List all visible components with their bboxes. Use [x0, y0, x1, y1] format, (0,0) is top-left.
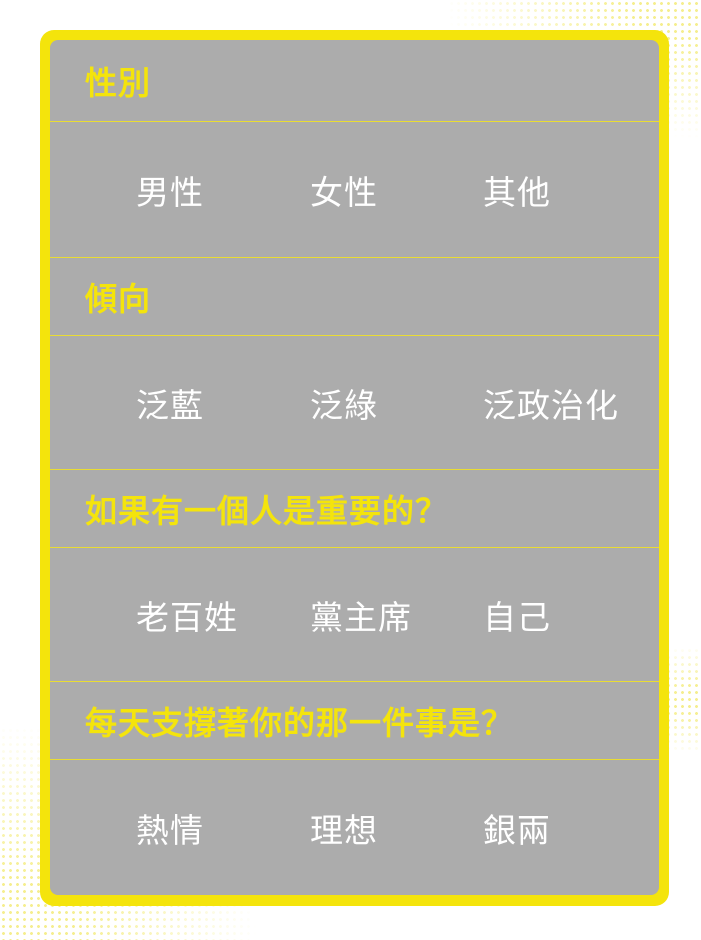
question-title: 性別: [85, 63, 152, 102]
option-pan-politicized[interactable]: 泛政治化: [483, 379, 619, 427]
option-pan-green[interactable]: 泛綠: [310, 379, 378, 427]
question-header-daily-support: 每天支撐著你的那一件事是？: [50, 682, 659, 760]
options-row-important-person: 老百姓 黨主席 自己: [50, 548, 659, 682]
question-header-important-person: 如果有一個人是重要的？: [50, 470, 659, 548]
option-pan-blue[interactable]: 泛藍: [136, 379, 204, 427]
question-title: 傾向: [85, 279, 152, 318]
option-other[interactable]: 其他: [483, 166, 551, 214]
option-party-chair[interactable]: 黨主席: [310, 591, 412, 639]
option-female[interactable]: 女性: [310, 166, 378, 214]
option-passion[interactable]: 熱情: [136, 804, 204, 852]
question-header-gender: 性別: [50, 40, 659, 122]
option-self[interactable]: 自己: [483, 591, 551, 639]
option-common-people[interactable]: 老百姓: [136, 591, 238, 639]
option-money[interactable]: 銀兩: [483, 804, 551, 852]
question-header-leaning: 傾向: [50, 258, 659, 336]
option-ideals[interactable]: 理想: [310, 804, 378, 852]
question-title: 如果有一個人是重要的？: [85, 491, 449, 530]
options-row-daily-support: 熱情 理想 銀兩: [50, 760, 659, 895]
questionnaire-panel: 性別 男性 女性 其他 傾向 泛藍 泛綠 泛政治化 如果有一個人是重要的？ 老百…: [50, 40, 659, 895]
options-row-leaning: 泛藍 泛綠 泛政治化: [50, 336, 659, 470]
options-row-gender: 男性 女性 其他: [50, 122, 659, 258]
question-title: 每天支撐著你的那一件事是？: [85, 703, 515, 742]
option-male[interactable]: 男性: [136, 166, 204, 214]
